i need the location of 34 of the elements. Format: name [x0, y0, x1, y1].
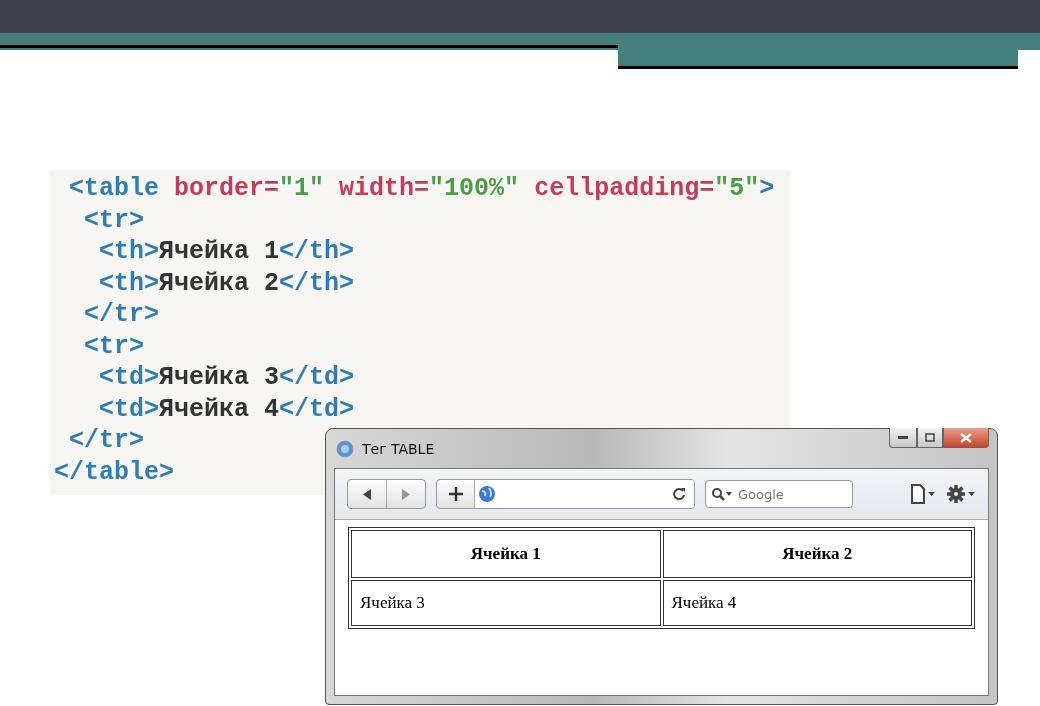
code-line: </tr> — [68, 425, 144, 457]
right-arrow-icon — [401, 488, 411, 500]
globe-icon — [336, 439, 354, 458]
page-menu-button[interactable] — [910, 484, 936, 504]
code-line: <tr> — [83, 330, 144, 362]
settings-menu-button[interactable] — [946, 484, 976, 504]
search-field[interactable]: Google — [705, 480, 853, 508]
maximize-icon — [925, 433, 935, 442]
search-icon — [711, 487, 733, 501]
code-line: </table> — [54, 456, 175, 488]
minimize-button[interactable] — [889, 428, 917, 448]
header-cell: Ячейка 1 — [351, 530, 661, 578]
code-line: </tr> — [83, 299, 160, 331]
minimize-icon — [898, 436, 908, 439]
table-cell: Ячейка 3 — [351, 580, 661, 626]
table-cell: Ячейка 4 — [662, 580, 972, 626]
code-line: <td>Ячейка 3</td> — [98, 362, 355, 394]
globe-icon — [478, 485, 496, 503]
plus-icon — [448, 487, 463, 501]
address-field[interactable] — [475, 480, 694, 508]
code-line: <tr> — [83, 204, 144, 236]
page-icon — [910, 484, 936, 504]
left-arrow-icon — [362, 488, 372, 500]
code-line: <th>Ячейка 1</th> — [98, 236, 355, 268]
header-cell: Ячейка 2 — [662, 530, 972, 578]
window-title: Тег TABLE — [362, 440, 435, 457]
code-line: <table border="1" width="100%" cellpadding="5"> — [68, 173, 775, 205]
maximize-button[interactable] — [917, 428, 943, 448]
close-icon — [960, 432, 972, 443]
code-line: <th>Ячейка 2</th> — [98, 267, 355, 299]
reload-icon[interactable] — [672, 487, 686, 501]
code-line: <td>Ячейка 4</td> — [98, 393, 355, 425]
close-button[interactable] — [943, 428, 989, 448]
settings-icon — [946, 484, 976, 504]
